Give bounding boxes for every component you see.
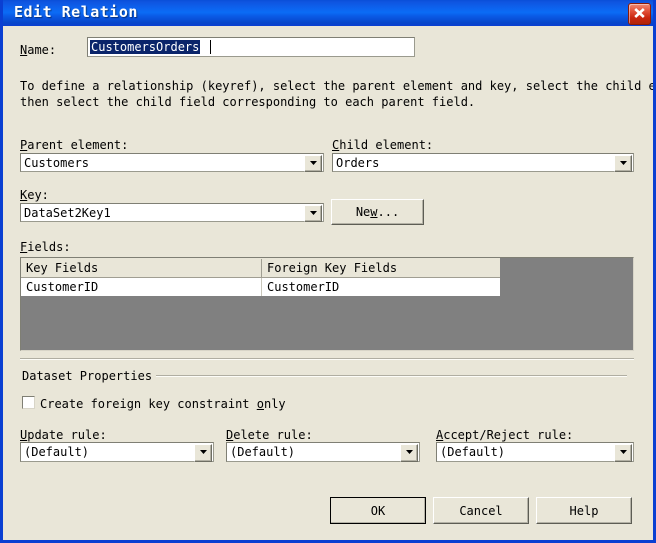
delete-rule-label: Delete rule:: [226, 428, 313, 442]
accept-reject-rule-select[interactable]: (Default): [436, 442, 634, 462]
delete-rule-value: (Default): [230, 445, 296, 459]
chevron-down-icon: [309, 161, 317, 165]
fields-grid[interactable]: Key Fields Foreign Key Fields CustomerID…: [20, 257, 634, 351]
cell-divider: [261, 278, 262, 296]
chevron-down-icon: [309, 211, 317, 215]
column-header-foreign-key-fields: Foreign Key Fields: [267, 261, 398, 275]
chevron-down-icon: [619, 161, 627, 165]
help-button-label: Help: [569, 503, 599, 518]
child-element-label: Child element:: [332, 138, 434, 152]
cell-key-field: CustomerID: [26, 280, 99, 294]
accept-reject-rule-dropdown-button[interactable]: [614, 444, 632, 462]
close-icon: [634, 8, 645, 18]
child-element-value: Orders: [336, 156, 380, 170]
edit-relation-dialog: Edit Relation Name: CustomersOrders To d…: [0, 0, 656, 543]
help-button[interactable]: Help: [536, 497, 632, 524]
parent-element-label: Parent element:: [20, 138, 129, 152]
parent-element-select[interactable]: Customers: [20, 153, 324, 172]
parent-element-dropdown-button[interactable]: [304, 155, 322, 172]
update-rule-select[interactable]: (Default): [20, 442, 214, 462]
name-label: Name:: [20, 43, 57, 57]
section-divider: [20, 358, 634, 360]
cell-foreign-key-field: CustomerID: [267, 280, 340, 294]
description-line-2: then select the child field correspondin…: [20, 95, 476, 109]
new-key-button[interactable]: New...: [331, 199, 424, 225]
dataset-properties-group-line: [155, 375, 627, 377]
fields-grid-header: Key Fields Foreign Key Fields: [21, 258, 500, 278]
chevron-down-icon: [405, 450, 413, 454]
key-value: DataSet2Key1: [24, 206, 111, 220]
name-input[interactable]: CustomersOrders: [87, 37, 415, 57]
fields-label: Fields:: [20, 240, 71, 254]
column-divider[interactable]: [261, 259, 262, 277]
update-rule-dropdown-button[interactable]: [194, 444, 212, 462]
parent-element-value: Customers: [24, 156, 90, 170]
description-line-1: To define a relationship (keyref), selec…: [20, 79, 656, 93]
cancel-button[interactable]: Cancel: [433, 497, 529, 524]
delete-rule-dropdown-button[interactable]: [400, 444, 418, 462]
accept-reject-rule-label: Accept/Reject rule:: [436, 428, 574, 442]
child-element-select[interactable]: Orders: [332, 153, 634, 172]
ok-button[interactable]: OK: [330, 497, 426, 524]
child-element-dropdown-button[interactable]: [614, 155, 632, 172]
window-title: Edit Relation: [14, 3, 138, 21]
key-label: Key:: [20, 188, 49, 202]
key-dropdown-button[interactable]: [304, 205, 322, 222]
create-fk-constraint-checkbox[interactable]: [22, 396, 35, 409]
new-key-button-label: New...: [355, 205, 400, 219]
accept-reject-rule-value: (Default): [440, 445, 506, 459]
close-button[interactable]: [628, 3, 651, 25]
create-fk-constraint-label: Create foreign key constraint only: [40, 397, 286, 411]
chevron-down-icon: [619, 450, 627, 454]
chevron-down-icon: [199, 450, 207, 454]
ok-button-label: OK: [370, 503, 386, 518]
name-input-value: CustomersOrders: [90, 40, 201, 54]
dataset-properties-title: Dataset Properties: [22, 369, 157, 383]
update-rule-value: (Default): [24, 445, 90, 459]
key-select[interactable]: DataSet2Key1: [20, 203, 324, 222]
table-row[interactable]: CustomerID CustomerID: [21, 278, 500, 296]
title-bar[interactable]: Edit Relation: [3, 0, 653, 26]
text-caret: [210, 40, 211, 54]
delete-rule-select[interactable]: (Default): [226, 442, 420, 462]
column-header-key-fields: Key Fields: [26, 261, 99, 275]
update-rule-label: Update rule:: [20, 428, 107, 442]
cancel-button-label: Cancel: [459, 503, 503, 518]
